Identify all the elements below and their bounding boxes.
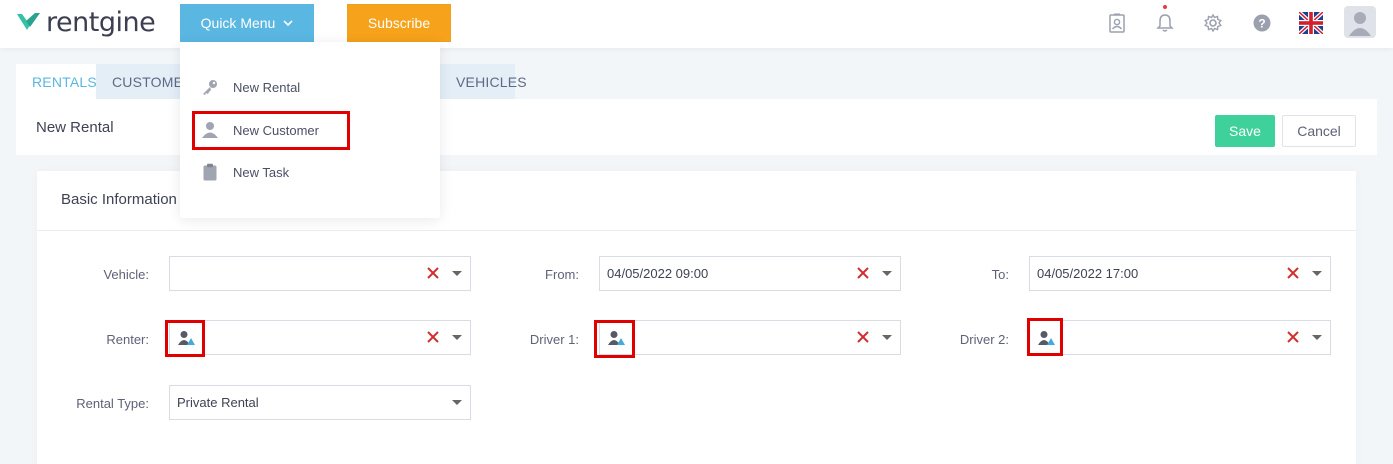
customer-icon[interactable]: [178, 330, 196, 346]
driver1-select[interactable]: [599, 320, 901, 355]
vehicle-select[interactable]: [169, 256, 471, 291]
logo-text: rentgine: [46, 6, 156, 38]
chevron-down-icon[interactable]: [1312, 335, 1322, 340]
from-label: From:: [545, 267, 579, 282]
to-value: 04/05/2022 17:00: [1037, 266, 1139, 281]
menu-item-label: New Customer: [233, 122, 319, 138]
svg-text:?: ?: [1258, 17, 1265, 31]
menu-item-new-task[interactable]: New Task: [180, 154, 440, 190]
key-icon: [201, 78, 219, 96]
contacts-icon[interactable]: [1104, 10, 1130, 36]
section-divider: [37, 230, 1356, 231]
rentgine-logo[interactable]: rentgine: [16, 6, 156, 38]
from-value: 04/05/2022 09:00: [607, 266, 709, 281]
tab-vehicles[interactable]: VEHICLES: [440, 64, 527, 99]
clear-driver1-icon[interactable]: [856, 330, 870, 344]
save-button[interactable]: Save: [1215, 115, 1275, 147]
clear-from-icon[interactable]: [856, 266, 870, 280]
uk-flag-icon[interactable]: [1298, 10, 1324, 36]
gear-icon[interactable]: [1200, 10, 1226, 36]
to-datetime-field[interactable]: 04/05/2022 17:00: [1029, 256, 1331, 291]
notification-dot: [1163, 5, 1167, 9]
user-avatar-icon[interactable]: [1344, 6, 1376, 38]
menu-item-label: New Task: [233, 164, 290, 180]
clipboard-icon: [201, 163, 219, 181]
customer-icon[interactable]: [1038, 330, 1056, 346]
cancel-button[interactable]: Cancel: [1282, 115, 1356, 147]
menu-item-label: New Rental: [233, 79, 301, 95]
section-title: Basic Information: [61, 191, 177, 208]
clear-renter-icon[interactable]: [426, 330, 440, 344]
tab-rentals[interactable]: RENTALS: [16, 64, 97, 99]
quick-menu-button[interactable]: Quick Menu: [180, 4, 314, 42]
rental-type-select[interactable]: Private Rental: [169, 385, 471, 420]
clear-driver2-icon[interactable]: [1286, 330, 1300, 344]
rental-type-label: Rental Type:: [76, 396, 149, 411]
renter-select[interactable]: [169, 320, 471, 355]
chevron-down-icon[interactable]: [1312, 271, 1322, 276]
chevron-down-icon: [283, 19, 293, 26]
from-datetime-field[interactable]: 04/05/2022 09:00: [599, 256, 901, 291]
clear-vehicle-icon[interactable]: [426, 266, 440, 280]
driver2-select[interactable]: [1029, 320, 1331, 355]
user-icon: [201, 121, 219, 139]
chevron-down-icon[interactable]: [452, 400, 462, 405]
renter-label: Renter:: [106, 332, 149, 347]
top-header: rentgine Quick Menu Subscribe ?: [0, 0, 1393, 48]
driver1-label: Driver 1:: [529, 332, 579, 347]
quick-menu-label: Quick Menu: [200, 15, 276, 31]
page-title: New Rental: [36, 119, 114, 136]
rental-type-value: Private Rental: [177, 395, 259, 410]
logo-mark-icon: [17, 13, 40, 30]
vehicle-label: Vehicle:: [103, 267, 149, 282]
clear-to-icon[interactable]: [1286, 266, 1300, 280]
menu-item-new-customer[interactable]: New Customer: [180, 112, 440, 148]
help-icon[interactable]: ?: [1249, 10, 1275, 36]
menu-item-new-rental[interactable]: New Rental: [180, 69, 440, 105]
to-label: To:: [991, 267, 1009, 282]
customer-icon[interactable]: [608, 330, 626, 346]
driver2-label: Driver 2:: [959, 332, 1009, 347]
bell-icon[interactable]: [1152, 5, 1178, 36]
quick-menu-dropdown: New Rental New Customer New Task: [180, 42, 440, 218]
subscribe-button[interactable]: Subscribe: [347, 4, 451, 42]
